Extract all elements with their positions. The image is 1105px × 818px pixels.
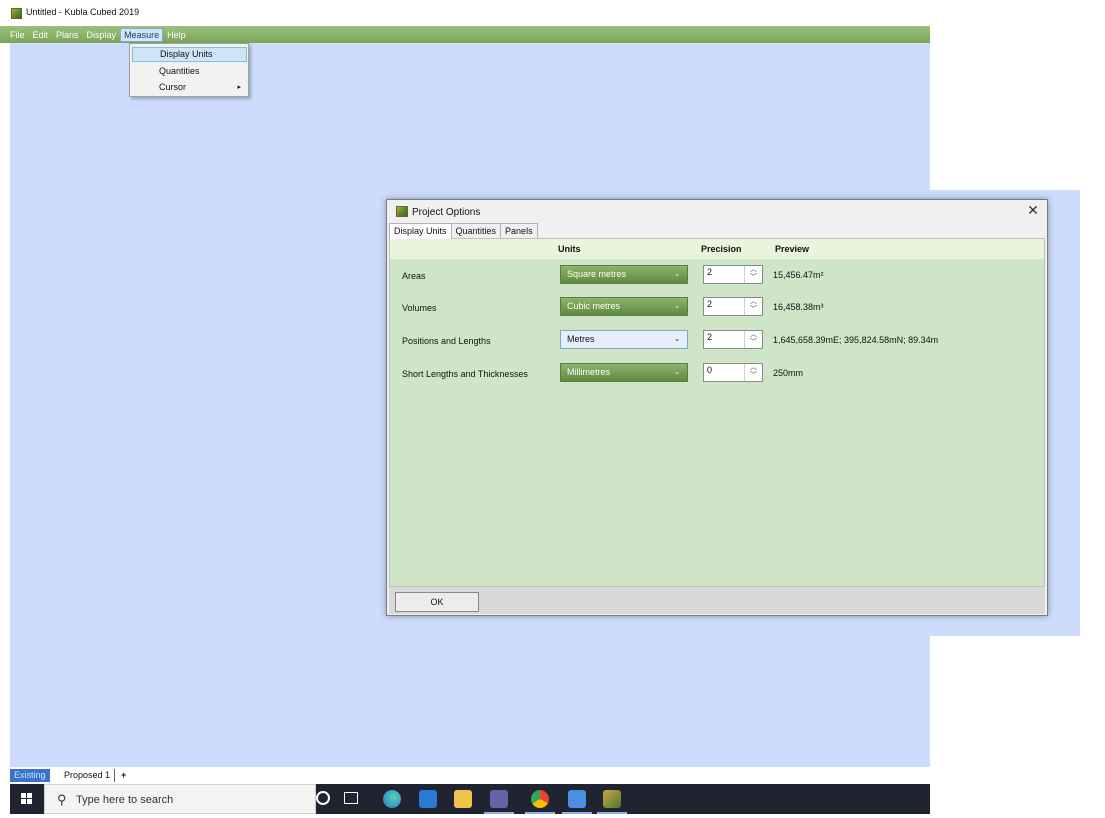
taskbar-search-box[interactable]: ⚲ Type here to search bbox=[44, 784, 316, 814]
menu-item-label: Cursor bbox=[159, 82, 187, 92]
windows-logo-icon bbox=[27, 799, 32, 804]
precision-spinner-positions-lengths[interactable]: 2 ︿ ﹀ bbox=[703, 330, 763, 349]
preview-value: 16,458.38m³ bbox=[773, 302, 824, 312]
units-select-volumes[interactable]: Cubic metres ⌄ bbox=[560, 297, 688, 316]
header-preview: Preview bbox=[775, 244, 810, 254]
units-select-short-lengths[interactable]: Millimetres ⌄ bbox=[560, 363, 688, 382]
preview-value: 250mm bbox=[773, 368, 804, 378]
precision-spinner-volumes[interactable]: 2 ︿ ﹀ bbox=[703, 297, 763, 316]
chrome-icon[interactable] bbox=[531, 790, 549, 808]
tab-display-units[interactable]: Display Units bbox=[389, 223, 452, 239]
header-precision: Precision bbox=[701, 244, 742, 254]
submenu-arrow-icon: ▸ bbox=[237, 84, 241, 91]
active-indicator bbox=[525, 812, 555, 814]
precision-spinner-areas[interactable]: 2 ︿ ﹀ bbox=[703, 265, 763, 284]
select-value: Square metres bbox=[567, 269, 627, 279]
windows-logo-icon bbox=[21, 799, 26, 804]
mail-icon[interactable] bbox=[419, 790, 437, 808]
search-icon: ⚲ bbox=[57, 792, 67, 807]
menu-file[interactable]: File bbox=[6, 28, 29, 42]
units-select-positions-lengths[interactable]: Metres ⌄ bbox=[560, 330, 688, 349]
project-options-dialog: Project Options ✕ Display Units Quantiti… bbox=[386, 199, 1048, 616]
chevron-down-icon: ⌄ bbox=[674, 336, 680, 343]
dialog-title: Project Options bbox=[412, 207, 481, 218]
spinner-value: 2 bbox=[707, 332, 713, 342]
spinner-value: 2 bbox=[707, 299, 713, 309]
chevron-down-icon: ⌄ bbox=[674, 369, 680, 376]
menu-bar: File Edit Plans Display Measure Help bbox=[0, 26, 930, 43]
spin-arrows-icon[interactable]: ︿ ﹀ bbox=[744, 364, 762, 381]
menu-item-label: Display Units bbox=[160, 49, 213, 59]
notepad-icon[interactable] bbox=[568, 790, 586, 808]
task-view-icon[interactable] bbox=[344, 792, 358, 804]
display-units-panel: Units Precision Preview Areas Square met… bbox=[389, 238, 1045, 587]
window-title: Untitled - Kubla Cubed 2019 bbox=[26, 7, 140, 17]
menu-display[interactable]: Display bbox=[83, 28, 121, 42]
menu-edit[interactable]: Edit bbox=[29, 28, 53, 42]
units-select-areas[interactable]: Square metres ⌄ bbox=[560, 265, 688, 284]
start-button[interactable] bbox=[10, 784, 44, 814]
menu-plans[interactable]: Plans bbox=[52, 28, 83, 42]
spinner-value: 2 bbox=[707, 267, 713, 277]
app-logo-icon bbox=[11, 8, 22, 19]
spin-arrows-icon[interactable]: ︿ ﹀ bbox=[744, 298, 762, 315]
units-row-areas: Areas Square metres ⌄ 2 ︿ ﹀ 15,456.47m² bbox=[390, 265, 1044, 287]
select-value: Cubic metres bbox=[567, 301, 621, 311]
header-units: Units bbox=[558, 244, 581, 254]
cortana-icon[interactable] bbox=[316, 791, 330, 805]
windows-logo-icon bbox=[21, 793, 26, 798]
units-row-short-lengths: Short Lengths and Thicknesses Millimetre… bbox=[390, 363, 1044, 385]
dialog-footer: OK bbox=[389, 587, 1045, 614]
preview-value: 15,456.47m² bbox=[773, 270, 824, 280]
spinner-value: 0 bbox=[707, 365, 713, 375]
preview-value: 1,645,658.39mE; 395,824.58mN; 89.34m bbox=[773, 335, 939, 345]
menu-item-quantities[interactable]: Quantities bbox=[132, 64, 247, 79]
units-row-positions-lengths: Positions and Lengths Metres ⌄ 2 ︿ ﹀ 1,64… bbox=[390, 330, 1044, 352]
active-indicator bbox=[597, 812, 627, 814]
row-label: Volumes bbox=[402, 303, 437, 313]
spin-arrows-icon[interactable]: ︿ ﹀ bbox=[744, 331, 762, 348]
units-row-volumes: Volumes Cubic metres ⌄ 2 ︿ ﹀ 16,458.38m³ bbox=[390, 297, 1044, 319]
layer-tab-bar: Existing Proposed 1 + bbox=[10, 767, 930, 783]
layer-tab-proposed[interactable]: Proposed 1 bbox=[60, 769, 116, 782]
menu-item-label: Quantities bbox=[159, 66, 200, 76]
spin-arrows-icon[interactable]: ︿ ﹀ bbox=[744, 266, 762, 283]
windows-taskbar: ⚲ Type here to search bbox=[10, 784, 930, 814]
row-label: Positions and Lengths bbox=[402, 336, 491, 346]
menu-item-cursor[interactable]: Cursor ▸ bbox=[132, 80, 247, 95]
windows-logo-icon bbox=[27, 793, 32, 798]
close-icon[interactable]: ✕ bbox=[1025, 202, 1041, 219]
tab-panels[interactable]: Panels bbox=[500, 223, 538, 238]
add-layer-button[interactable]: + bbox=[117, 769, 130, 782]
select-value: Metres bbox=[567, 334, 595, 344]
row-label: Areas bbox=[402, 271, 426, 281]
measure-dropdown-menu: Display Units Quantities Cursor ▸ bbox=[129, 43, 249, 97]
teams-icon[interactable] bbox=[490, 790, 508, 808]
title-bar: Untitled - Kubla Cubed 2019 bbox=[0, 0, 930, 26]
menu-help[interactable]: Help bbox=[163, 28, 190, 42]
active-indicator bbox=[562, 812, 592, 814]
search-placeholder: Type here to search bbox=[76, 794, 174, 806]
select-value: Millimetres bbox=[567, 367, 611, 377]
layer-tab-existing[interactable]: Existing bbox=[10, 769, 50, 782]
file-explorer-icon[interactable] bbox=[454, 790, 472, 808]
column-header-row: Units Precision Preview bbox=[390, 239, 1044, 259]
menu-item-display-units[interactable]: Display Units bbox=[132, 47, 247, 62]
chevron-down-icon: ⌄ bbox=[674, 271, 680, 278]
dialog-tabs: Display Units Quantities Panels bbox=[389, 223, 538, 239]
chevron-down-icon: ⌄ bbox=[674, 303, 680, 310]
row-label: Short Lengths and Thicknesses bbox=[402, 369, 528, 379]
edge-icon[interactable] bbox=[383, 790, 401, 808]
tab-quantities[interactable]: Quantities bbox=[450, 223, 502, 238]
precision-spinner-short-lengths[interactable]: 0 ︿ ﹀ bbox=[703, 363, 763, 382]
kubla-icon[interactable] bbox=[603, 790, 621, 808]
menu-measure[interactable]: Measure bbox=[120, 27, 164, 42]
ok-button[interactable]: OK bbox=[395, 592, 479, 612]
dialog-app-icon bbox=[396, 206, 408, 217]
active-indicator bbox=[484, 812, 514, 814]
